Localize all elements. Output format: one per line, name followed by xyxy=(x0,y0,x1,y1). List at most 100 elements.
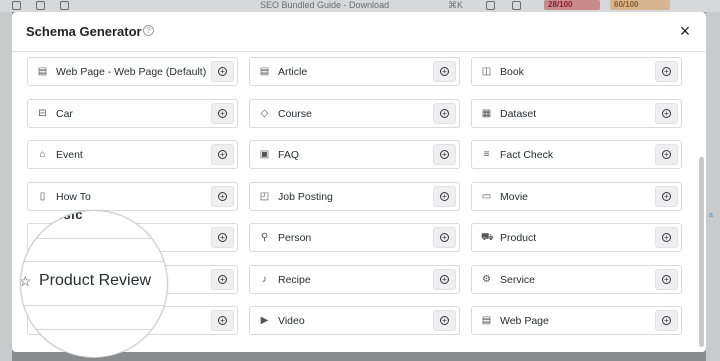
star-icon: ☆ xyxy=(20,273,32,289)
add-schema-button[interactable]: + xyxy=(211,227,234,248)
schema-item[interactable]: ▤ Article + xyxy=(249,57,460,86)
plus-circle-icon: + xyxy=(662,67,671,76)
background-icon xyxy=(36,1,45,10)
schema-item[interactable]: ♪ Recipe + xyxy=(249,264,460,294)
schema-item[interactable]: ⛟ Product + xyxy=(471,223,682,252)
add-schema-button[interactable]: + xyxy=(433,144,456,165)
schema-item-label: Job Posting xyxy=(278,190,333,203)
schema-item-label: Recipe xyxy=(278,273,311,286)
background-icon xyxy=(60,1,69,10)
schema-item[interactable]: ▭ Movie + xyxy=(471,181,682,211)
add-schema-button[interactable]: + xyxy=(433,102,456,124)
schema-item-label: Web Page xyxy=(500,315,549,327)
plus-circle-icon: + xyxy=(440,108,449,118)
schema-item[interactable]: ⚙ Service + xyxy=(471,264,682,294)
schema-item[interactable]: ⌂ Event + xyxy=(27,140,238,169)
add-schema-button[interactable]: + xyxy=(211,102,234,124)
plus-circle-icon: + xyxy=(440,233,449,242)
lens-product-review-label: Product Review xyxy=(39,272,152,289)
add-schema-button[interactable]: + xyxy=(433,185,456,207)
car-icon: ⊟ xyxy=(38,107,47,119)
plus-circle-icon: + xyxy=(440,274,449,284)
add-schema-button[interactable]: + xyxy=(211,310,234,331)
schema-item-label: Movie xyxy=(500,190,529,203)
background-shortcut: ⌘K xyxy=(448,0,464,10)
web-page-icon: ▤ xyxy=(481,315,492,326)
schema-item[interactable]: ◫ Book + xyxy=(471,57,682,86)
plus-circle-icon: + xyxy=(218,274,227,284)
background-tab-title: SEO Bundled Guide - Download xyxy=(260,0,390,10)
background-icon xyxy=(12,1,21,10)
book-icon: ◫ xyxy=(481,66,492,77)
plus-circle-icon: + xyxy=(218,108,227,118)
schema-item[interactable]: ▤ Web Page - Web Page (Default) + xyxy=(27,57,238,86)
schema-item[interactable]: ◇ Course + xyxy=(249,98,460,128)
add-schema-button[interactable]: + xyxy=(211,185,234,207)
add-schema-button[interactable]: + xyxy=(433,61,456,82)
add-schema-button[interactable]: + xyxy=(655,61,678,82)
schema-item-label: Video xyxy=(278,315,305,327)
schema-item-label: Course xyxy=(278,107,312,120)
schema-item[interactable]: ◰ Job Posting + xyxy=(249,181,460,211)
schema-item-label: Person xyxy=(278,232,312,244)
schema-item-label: Web Page - Web Page (Default) xyxy=(56,66,207,78)
plus-circle-icon: + xyxy=(440,316,449,325)
briefcase-icon: ◰ xyxy=(259,190,270,202)
plus-circle-icon: + xyxy=(218,67,227,76)
event-icon: ⌂ xyxy=(39,149,46,160)
schema-item-label: Dataset xyxy=(500,107,537,120)
background-icon xyxy=(486,1,495,10)
plus-circle-icon: + xyxy=(218,233,227,242)
faq-icon: ▣ xyxy=(259,149,270,160)
schema-item[interactable]: ▦ Dataset + xyxy=(471,98,682,128)
schema-item[interactable]: ▯ How To + xyxy=(27,181,238,211)
add-schema-button[interactable]: + xyxy=(433,227,456,248)
close-button[interactable]: × xyxy=(676,22,694,40)
add-schema-button[interactable]: + xyxy=(655,310,678,331)
add-schema-button[interactable]: + xyxy=(211,144,234,165)
schema-item-label: FAQ xyxy=(278,149,300,161)
schema-item[interactable]: ▶ Video + xyxy=(249,306,460,335)
schema-item-label: Service xyxy=(500,273,536,286)
background-score-badge: 28/100 xyxy=(544,0,600,10)
lens-divider xyxy=(21,329,167,330)
schema-item[interactable]: ⚲ Person + xyxy=(249,223,460,252)
add-schema-button[interactable]: + xyxy=(655,185,678,207)
schema-item[interactable]: ▤ Web Page + xyxy=(471,306,682,335)
page-icon: ▤ xyxy=(37,66,48,77)
plus-circle-icon: + xyxy=(662,108,671,118)
add-schema-button[interactable]: + xyxy=(433,268,456,290)
schema-item-label: Car xyxy=(56,107,73,120)
schema-item-label: How To xyxy=(56,190,91,203)
plus-circle-icon: + xyxy=(662,191,671,201)
add-schema-button[interactable]: + xyxy=(433,310,456,331)
add-schema-button[interactable]: + xyxy=(655,227,678,248)
lens-divider xyxy=(21,305,167,306)
graduation-cap-icon: ◇ xyxy=(260,107,269,119)
dataset-icon: ▦ xyxy=(481,107,492,119)
schema-item[interactable]: ⊟ Car + xyxy=(27,98,238,128)
how-to-icon: ▯ xyxy=(39,190,46,202)
background-right-panel: a xyxy=(706,12,720,361)
plus-circle-icon: + xyxy=(662,316,671,325)
schema-item-label: Product xyxy=(500,232,537,244)
plus-circle-icon: + xyxy=(440,191,449,201)
question-circle-icon[interactable]: ? xyxy=(143,25,154,36)
schema-item-label: Fact Check xyxy=(500,149,554,161)
lens-partial-label: usic xyxy=(55,210,84,222)
schema-item[interactable]: ▣ FAQ + xyxy=(249,140,460,169)
modal-title: Schema Generator xyxy=(26,24,142,39)
scrollbar[interactable] xyxy=(699,157,704,347)
add-schema-button[interactable]: + xyxy=(655,102,678,124)
plus-circle-icon: + xyxy=(218,191,227,201)
add-schema-button[interactable]: + xyxy=(211,61,234,82)
add-schema-button[interactable]: + xyxy=(655,144,678,165)
add-schema-button[interactable]: + xyxy=(211,268,234,290)
plus-circle-icon: + xyxy=(662,150,671,159)
plus-circle-icon: + xyxy=(440,67,449,76)
background-icon xyxy=(512,1,521,10)
schema-item[interactable]: ≡ Fact Check + xyxy=(471,140,682,169)
schema-item-label: Book xyxy=(500,66,524,78)
lens-divider xyxy=(21,238,167,239)
add-schema-button[interactable]: + xyxy=(655,268,678,290)
